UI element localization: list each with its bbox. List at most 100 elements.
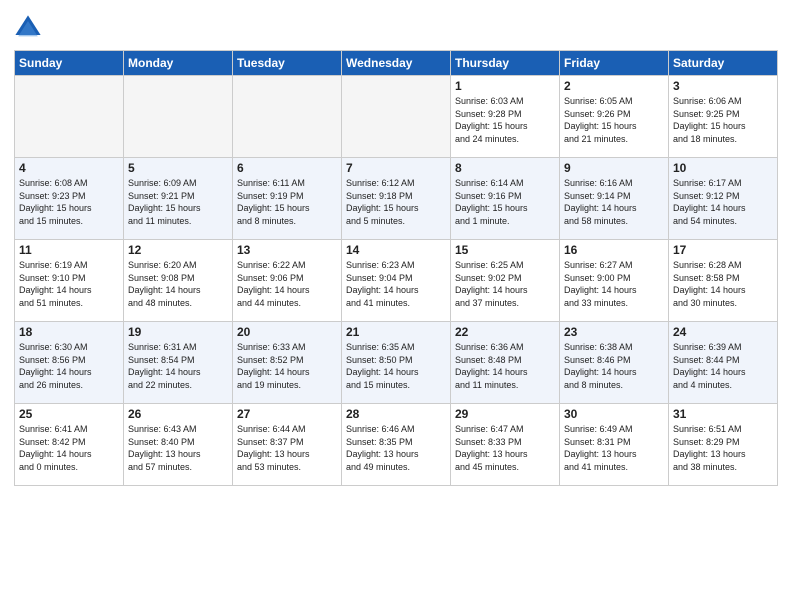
day-cell: 28Sunrise: 6:46 AM Sunset: 8:35 PM Dayli… (342, 404, 451, 486)
day-cell: 12 Sunrise: 6:20 AM Sunset: 9:08 PM Dayli… (124, 240, 233, 322)
day-cell: 20 Sunrise: 6:33 AM Sunset: 8:52 PM Dayli… (233, 322, 342, 404)
day-cell: 7 Sunrise: 6:12 AM Sunset: 9:18 PM Daylig… (342, 158, 451, 240)
day-info: Sunrise: 6:08 AM Sunset: 9:23 PM Dayligh… (19, 177, 119, 227)
day-number: 13 (237, 243, 337, 257)
day-info: Sunrise: 6:03 AM Sunset: 9:28 PM Dayligh… (455, 95, 555, 145)
day-cell (15, 76, 124, 158)
day-cell: 26 Sunrise: 6:43 AM Sunset: 8:40 PM Dayli… (124, 404, 233, 486)
day-info: Sunrise: 6:43 AM Sunset: 8:40 PM Dayligh… (128, 423, 228, 473)
day-info: Sunrise: 6:36 AM Sunset: 8:48 PM Dayligh… (455, 341, 555, 391)
day-info: Sunrise: 6:17 AM Sunset: 9:12 PM Dayligh… (673, 177, 773, 227)
day-cell: 14 Sunrise: 6:23 AM Sunset: 9:04 PM Dayli… (342, 240, 451, 322)
day-info: Sunrise: 6:11 AM Sunset: 9:19 PM Dayligh… (237, 177, 337, 227)
day-number: 5 (128, 161, 228, 175)
calendar-table: SundayMondayTuesdayWednesdayThursdayFrid… (14, 50, 778, 486)
day-cell: 19 Sunrise: 6:31 AM Sunset: 8:54 PM Dayli… (124, 322, 233, 404)
week-row-5: 25 Sunrise: 6:41 AM Sunset: 8:42 PM Dayli… (15, 404, 778, 486)
day-number: 24 (673, 325, 773, 339)
day-cell: 13 Sunrise: 6:22 AM Sunset: 9:06 PM Dayli… (233, 240, 342, 322)
weekday-sunday: Sunday (15, 51, 124, 76)
day-number: 25 (19, 407, 119, 421)
day-cell: 9 Sunrise: 6:16 AM Sunset: 9:14 PM Daylig… (560, 158, 669, 240)
header (14, 10, 778, 42)
day-info: Sunrise: 6:27 AM Sunset: 9:00 PM Dayligh… (564, 259, 664, 309)
week-row-2: 4 Sunrise: 6:08 AM Sunset: 9:23 PM Daylig… (15, 158, 778, 240)
day-cell: 31 Sunrise: 6:51 AM Sunset: 8:29 PM Dayli… (669, 404, 778, 486)
day-info: Sunrise: 6:06 AM Sunset: 9:25 PM Dayligh… (673, 95, 773, 145)
page: SundayMondayTuesdayWednesdayThursdayFrid… (0, 0, 792, 612)
day-number: 19 (128, 325, 228, 339)
weekday-monday: Monday (124, 51, 233, 76)
day-number: 15 (455, 243, 555, 257)
weekday-row: SundayMondayTuesdayWednesdayThursdayFrid… (15, 51, 778, 76)
day-cell: 24 Sunrise: 6:39 AM Sunset: 8:44 PM Dayli… (669, 322, 778, 404)
day-number: 21 (346, 325, 446, 339)
day-cell: 10Sunrise: 6:17 AM Sunset: 9:12 PM Dayli… (669, 158, 778, 240)
week-row-3: 11Sunrise: 6:19 AM Sunset: 9:10 PM Dayli… (15, 240, 778, 322)
day-cell: 22 Sunrise: 6:36 AM Sunset: 8:48 PM Dayli… (451, 322, 560, 404)
day-number: 30 (564, 407, 664, 421)
day-cell: 4 Sunrise: 6:08 AM Sunset: 9:23 PM Daylig… (15, 158, 124, 240)
day-cell: 21 Sunrise: 6:35 AM Sunset: 8:50 PM Dayli… (342, 322, 451, 404)
day-number: 9 (564, 161, 664, 175)
day-cell: 1 Sunrise: 6:03 AM Sunset: 9:28 PM Daylig… (451, 76, 560, 158)
week-row-1: 1 Sunrise: 6:03 AM Sunset: 9:28 PM Daylig… (15, 76, 778, 158)
day-cell: 11Sunrise: 6:19 AM Sunset: 9:10 PM Dayli… (15, 240, 124, 322)
day-info: Sunrise: 6:51 AM Sunset: 8:29 PM Dayligh… (673, 423, 773, 473)
day-info: Sunrise: 6:41 AM Sunset: 8:42 PM Dayligh… (19, 423, 119, 473)
day-info: Sunrise: 6:12 AM Sunset: 9:18 PM Dayligh… (346, 177, 446, 227)
day-info: Sunrise: 6:20 AM Sunset: 9:08 PM Dayligh… (128, 259, 228, 309)
day-number: 29 (455, 407, 555, 421)
day-info: Sunrise: 6:16 AM Sunset: 9:14 PM Dayligh… (564, 177, 664, 227)
day-number: 6 (237, 161, 337, 175)
day-info: Sunrise: 6:44 AM Sunset: 8:37 PM Dayligh… (237, 423, 337, 473)
day-info: Sunrise: 6:31 AM Sunset: 8:54 PM Dayligh… (128, 341, 228, 391)
day-info: Sunrise: 6:33 AM Sunset: 8:52 PM Dayligh… (237, 341, 337, 391)
day-number: 26 (128, 407, 228, 421)
day-info: Sunrise: 6:30 AM Sunset: 8:56 PM Dayligh… (19, 341, 119, 391)
day-cell: 2 Sunrise: 6:05 AM Sunset: 9:26 PM Daylig… (560, 76, 669, 158)
day-number: 11 (19, 243, 119, 257)
day-info: Sunrise: 6:39 AM Sunset: 8:44 PM Dayligh… (673, 341, 773, 391)
day-info: Sunrise: 6:23 AM Sunset: 9:04 PM Dayligh… (346, 259, 446, 309)
day-number: 17 (673, 243, 773, 257)
day-info: Sunrise: 6:47 AM Sunset: 8:33 PM Dayligh… (455, 423, 555, 473)
day-info: Sunrise: 6:49 AM Sunset: 8:31 PM Dayligh… (564, 423, 664, 473)
day-cell: 30 Sunrise: 6:49 AM Sunset: 8:31 PM Dayli… (560, 404, 669, 486)
day-number: 31 (673, 407, 773, 421)
day-cell (124, 76, 233, 158)
day-info: Sunrise: 6:14 AM Sunset: 9:16 PM Dayligh… (455, 177, 555, 227)
day-cell: 5 Sunrise: 6:09 AM Sunset: 9:21 PM Daylig… (124, 158, 233, 240)
day-number: 7 (346, 161, 446, 175)
day-number: 18 (19, 325, 119, 339)
day-number: 20 (237, 325, 337, 339)
day-number: 1 (455, 79, 555, 93)
weekday-wednesday: Wednesday (342, 51, 451, 76)
day-number: 28 (346, 407, 446, 421)
day-cell: 17 Sunrise: 6:28 AM Sunset: 8:58 PM Dayli… (669, 240, 778, 322)
day-number: 2 (564, 79, 664, 93)
calendar-body: 1 Sunrise: 6:03 AM Sunset: 9:28 PM Daylig… (15, 76, 778, 486)
day-cell: 16 Sunrise: 6:27 AM Sunset: 9:00 PM Dayli… (560, 240, 669, 322)
day-info: Sunrise: 6:28 AM Sunset: 8:58 PM Dayligh… (673, 259, 773, 309)
day-number: 14 (346, 243, 446, 257)
day-cell: 27Sunrise: 6:44 AM Sunset: 8:37 PM Dayli… (233, 404, 342, 486)
day-info: Sunrise: 6:38 AM Sunset: 8:46 PM Dayligh… (564, 341, 664, 391)
day-cell: 15 Sunrise: 6:25 AM Sunset: 9:02 PM Dayli… (451, 240, 560, 322)
day-number: 16 (564, 243, 664, 257)
day-info: Sunrise: 6:05 AM Sunset: 9:26 PM Dayligh… (564, 95, 664, 145)
logo-icon (14, 14, 42, 42)
day-number: 22 (455, 325, 555, 339)
day-info: Sunrise: 6:22 AM Sunset: 9:06 PM Dayligh… (237, 259, 337, 309)
day-number: 8 (455, 161, 555, 175)
day-cell: 8 Sunrise: 6:14 AM Sunset: 9:16 PM Daylig… (451, 158, 560, 240)
day-info: Sunrise: 6:09 AM Sunset: 9:21 PM Dayligh… (128, 177, 228, 227)
day-cell: 25 Sunrise: 6:41 AM Sunset: 8:42 PM Dayli… (15, 404, 124, 486)
day-number: 12 (128, 243, 228, 257)
day-cell: 23Sunrise: 6:38 AM Sunset: 8:46 PM Dayli… (560, 322, 669, 404)
calendar-header: SundayMondayTuesdayWednesdayThursdayFrid… (15, 51, 778, 76)
logo (14, 14, 46, 42)
day-info: Sunrise: 6:35 AM Sunset: 8:50 PM Dayligh… (346, 341, 446, 391)
day-info: Sunrise: 6:25 AM Sunset: 9:02 PM Dayligh… (455, 259, 555, 309)
day-number: 4 (19, 161, 119, 175)
